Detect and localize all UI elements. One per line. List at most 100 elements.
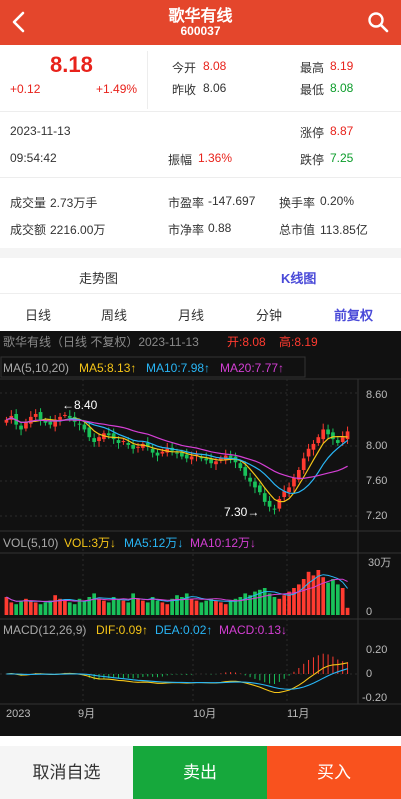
ma5-line — [6, 417, 348, 503]
volume-bar — [43, 602, 48, 615]
kline-chart[interactable]: 歌华有线（日线 不复权）2023-11-13 开:8.08 高:8.19 MA(… — [0, 331, 401, 736]
volume-bar — [141, 600, 145, 615]
low-label: 最低 — [300, 83, 325, 97]
volume-bar — [14, 604, 19, 615]
macd-label: MACD(12,26,9) — [3, 623, 86, 637]
candle-body — [150, 448, 155, 453]
ma20-line — [6, 417, 348, 480]
amount-label: 成交额 — [10, 223, 47, 237]
volume-bar — [160, 602, 165, 615]
volume-bar — [204, 600, 209, 615]
chart-high: 高:8.19 — [279, 334, 318, 349]
vol-ma5-value: MA5:12万↓ — [124, 536, 183, 550]
divider — [0, 111, 401, 112]
candle-body — [253, 481, 257, 488]
period-minute[interactable]: 分钟 — [256, 305, 282, 324]
divider — [147, 51, 148, 109]
candle-body — [175, 452, 179, 454]
candle-body — [160, 451, 165, 454]
y-tick-label: 8.60 — [366, 389, 387, 401]
candle-body — [257, 485, 262, 493]
candle-body — [316, 437, 321, 443]
volume-bar — [228, 600, 233, 615]
macd-tick-label: 0.20 — [366, 644, 387, 656]
tab-kline[interactable]: K线图 — [281, 268, 316, 287]
candle-body — [340, 437, 345, 442]
volume-bar — [199, 602, 204, 615]
candle-body — [292, 477, 296, 487]
app-header: 歌华有线 600037 — [0, 0, 401, 45]
macd-tick-label: -0.20 — [362, 692, 387, 704]
candle-body — [33, 414, 38, 417]
x-date-label: 11月 — [287, 708, 309, 720]
volume-bar — [82, 600, 87, 615]
current-price: 8.18 — [50, 52, 93, 77]
ma5-value: MA5:8.13↑ — [79, 361, 136, 375]
stock-name-title: 歌华有线 — [168, 8, 233, 25]
macd-value: MACD:0.13↓ — [219, 623, 287, 637]
prev-close-label: 昨收 — [172, 83, 197, 97]
vol-ma10-value: MA10:12万↓ — [190, 536, 256, 550]
x-date-label: 10月 — [193, 708, 216, 720]
candle-body — [155, 452, 160, 456]
ma10-value: MA10:7.98↑ — [146, 361, 210, 375]
period-month[interactable]: 月线 — [178, 305, 204, 324]
candle-body — [189, 456, 194, 460]
search-icon[interactable] — [367, 11, 389, 33]
quote-time: 09:54:42 — [10, 151, 57, 165]
volume-bar — [175, 595, 179, 615]
volume-bar — [155, 600, 160, 615]
candle-body — [306, 448, 311, 457]
volume-bar — [223, 604, 228, 615]
limit-up-label: 涨停 — [300, 126, 325, 140]
period-day[interactable]: 日线 — [25, 305, 51, 324]
dif-value: DIF:0.09↑ — [96, 623, 148, 637]
volume-bar — [209, 598, 213, 615]
candle-body — [19, 425, 23, 430]
y-tick-label: 7.20 — [366, 510, 387, 522]
volume-bar — [267, 593, 272, 615]
remove-watchlist-button[interactable]: 取消自选 — [0, 746, 133, 799]
volume-bar — [28, 600, 33, 615]
volume-bar — [189, 598, 194, 615]
sell-button[interactable]: 卖出 — [133, 746, 267, 799]
volume-bar — [33, 602, 38, 615]
chart-title: 歌华有线（日线 不复权）2023-11-13 — [3, 334, 199, 349]
volume-bar — [331, 579, 335, 615]
candle-body — [301, 458, 306, 470]
volume-bar — [67, 602, 72, 615]
volume-bar — [219, 602, 223, 615]
ma20-value: MA20:7.77↑ — [220, 361, 284, 375]
candle-body — [4, 419, 9, 423]
candle-body — [126, 442, 131, 445]
kline-chart-svg[interactable]: 歌华有线（日线 不复权）2023-11-13 开:8.08 高:8.19 MA(… — [0, 331, 401, 736]
candle-body — [106, 433, 111, 436]
volume-bar — [292, 588, 296, 615]
chart-open: 开:8.08 — [227, 335, 266, 349]
volume-bar — [126, 602, 131, 615]
buy-button[interactable]: 买入 — [267, 746, 401, 799]
volume-bar — [277, 598, 282, 615]
period-forward-adjusted[interactable]: 前复权 — [334, 305, 373, 324]
volume-bar — [243, 593, 248, 615]
volume-bar — [121, 600, 126, 615]
vol-value: VOL:3万↓ — [64, 536, 116, 550]
candle-body — [131, 444, 135, 449]
volume-bar — [4, 597, 9, 615]
volume-bar — [214, 600, 218, 615]
tab-trend[interactable]: 走势图 — [79, 268, 118, 287]
low-value: 8.08 — [330, 81, 354, 95]
volume-bar — [72, 604, 77, 615]
candle-body — [277, 498, 282, 509]
volume-bar — [38, 604, 43, 615]
volume-bar — [116, 598, 121, 615]
section-gap — [0, 248, 401, 258]
market-cap-value: 113.85亿 — [320, 223, 368, 237]
volume-bar — [63, 600, 67, 615]
period-tabs: 日线 周线 月线 分钟 前复权 — [0, 295, 401, 331]
volume-bar — [102, 600, 106, 615]
volume-bar — [145, 602, 150, 615]
candle-body — [243, 467, 248, 476]
period-week[interactable]: 周线 — [101, 305, 127, 324]
high-value: 8.19 — [330, 59, 354, 73]
